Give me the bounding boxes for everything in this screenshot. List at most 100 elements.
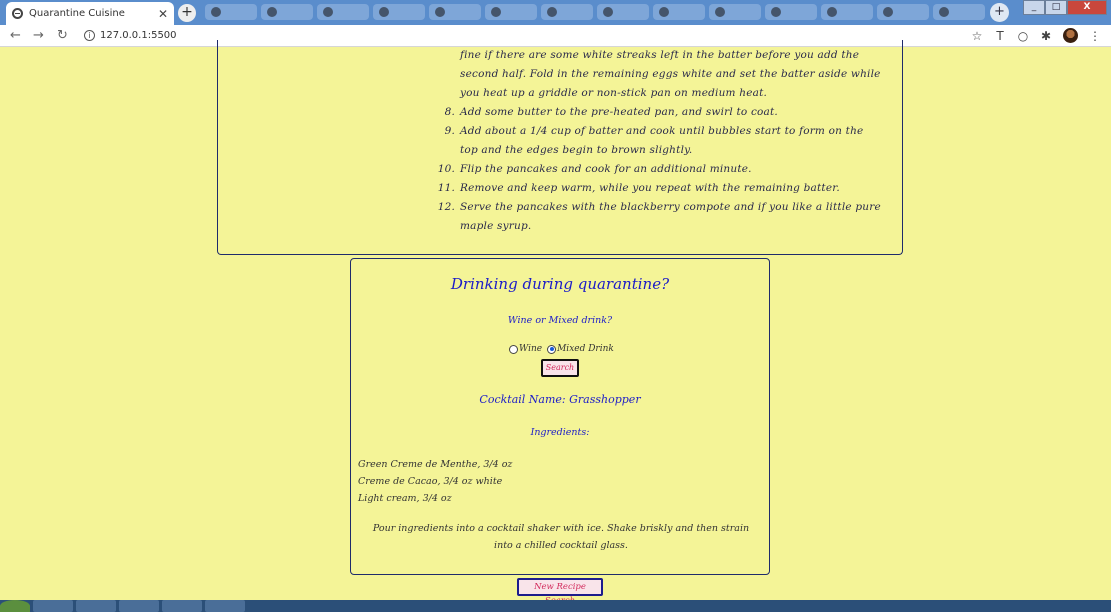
- background-tab[interactable]: [485, 4, 537, 20]
- circle-extension-icon[interactable]: ○: [1017, 29, 1029, 43]
- tab-title: Quarantine Cuisine: [29, 8, 125, 19]
- close-icon[interactable]: ✕: [158, 7, 168, 21]
- tab-favicon-icon: [659, 7, 669, 17]
- background-tab[interactable]: [597, 4, 649, 20]
- puzzle-extension-icon[interactable]: ✱: [1040, 29, 1052, 43]
- step-number: 10.: [437, 163, 455, 175]
- background-tabs: [205, 4, 985, 22]
- taskbar-app[interactable]: [162, 600, 202, 612]
- background-tab[interactable]: [765, 4, 817, 20]
- recipe-step: 9. Add about a 1/4 cup of batter and cook…: [445, 122, 885, 141]
- tab-favicon-icon: [771, 7, 781, 17]
- reload-icon[interactable]: ↻: [57, 28, 68, 43]
- drink-card: Drinking during quarantine? Wine or Mixe…: [350, 258, 770, 575]
- maximize-button[interactable]: □: [1045, 0, 1067, 15]
- new-recipe-search-button[interactable]: New Recipe Search: [517, 578, 603, 606]
- new-tab-button[interactable]: +: [178, 4, 196, 22]
- step-text: maple syrup.: [460, 220, 532, 232]
- bookmark-star-icon[interactable]: ☆: [971, 29, 983, 43]
- globe-icon: [12, 8, 23, 19]
- background-tab[interactable]: [877, 4, 929, 20]
- back-icon[interactable]: ←: [10, 28, 21, 43]
- mixed-drink-radio[interactable]: [547, 344, 557, 354]
- start-button[interactable]: [0, 600, 30, 612]
- tab-favicon-icon: [603, 7, 613, 17]
- recipe-step: you heat up a griddle or non-stick pan o…: [460, 84, 885, 103]
- tab-favicon-icon: [211, 7, 221, 17]
- wine-radio[interactable]: [509, 344, 518, 354]
- ingredients-title: Ingredients:: [530, 427, 590, 438]
- background-tab[interactable]: [709, 4, 761, 20]
- step-number: [435, 217, 455, 236]
- info-icon[interactable]: i: [84, 30, 95, 41]
- step-number: 11.: [437, 182, 455, 194]
- step-text: Add some butter to the pre-heated pan, a…: [460, 106, 778, 118]
- ingredient-item: Green Creme de Menthe, 3/4 oz: [358, 459, 513, 470]
- recipe-step: fine if there are some white streaks lef…: [460, 46, 885, 65]
- background-tab[interactable]: [429, 4, 481, 20]
- url-input[interactable]: 127.0.0.1:5500: [100, 30, 177, 41]
- recipe-step: 8. Add some butter to the pre-heated pan,…: [445, 103, 885, 122]
- drink-type-options: Wine Mixed Drink: [509, 344, 619, 354]
- taskbar-app[interactable]: [119, 600, 159, 612]
- tab-favicon-icon: [547, 7, 557, 17]
- tab-favicon-icon: [435, 7, 445, 17]
- close-window-button[interactable]: X: [1067, 0, 1107, 15]
- step-text: Flip the pancakes and cook for an additi…: [460, 163, 752, 175]
- background-tab[interactable]: [653, 4, 705, 20]
- tab-favicon-icon: [827, 7, 837, 17]
- forward-icon[interactable]: →: [33, 28, 44, 43]
- tab-favicon-icon: [939, 7, 949, 17]
- recipe-step: 12. Serve the pancakes with the blackberr…: [438, 198, 885, 217]
- step-text: Serve the pancakes with the blackberry c…: [460, 201, 881, 213]
- step-number: 8.: [444, 106, 455, 118]
- background-tab[interactable]: [541, 4, 593, 20]
- step-number: [435, 84, 455, 103]
- drink-instructions: Pour ingredients into a cocktail shaker …: [372, 523, 750, 551]
- background-tab[interactable]: [261, 4, 313, 20]
- background-tab[interactable]: [205, 4, 257, 20]
- step-number: [435, 65, 455, 84]
- taskbar-app[interactable]: [76, 600, 116, 612]
- step-text: fine if there are some white streaks lef…: [460, 49, 860, 61]
- menu-dots-icon[interactable]: ⋮: [1089, 29, 1101, 43]
- step-text: Remove and keep warm, while you repeat w…: [460, 182, 840, 194]
- recipe-step: second half. Fold in the remaining eggs …: [460, 65, 885, 84]
- step-number: [435, 46, 455, 65]
- minimize-button[interactable]: _: [1023, 0, 1045, 15]
- recipe-card: fine if there are some white streaks lef…: [217, 40, 903, 255]
- os-taskbar: [0, 600, 1111, 612]
- tab-quarantine-cuisine[interactable]: Quarantine Cuisine ✕: [6, 2, 174, 25]
- window-controls: _ □ X: [1023, 0, 1107, 15]
- recipe-step: top and the edges begin to brown slightl…: [460, 141, 885, 160]
- cocktail-name: Cocktail Name: Grasshopper: [479, 393, 641, 406]
- search-button[interactable]: Search: [541, 359, 579, 377]
- taskbar-app[interactable]: [205, 600, 245, 612]
- step-text: top and the edges begin to brown slightl…: [460, 144, 693, 156]
- ingredients-list: Green Creme de Menthe, 3/4 oz Creme de C…: [358, 456, 512, 507]
- background-tab[interactable]: [933, 4, 985, 20]
- ingredient-item: Light cream, 3/4 oz: [358, 493, 452, 504]
- profile-avatar[interactable]: [1063, 28, 1078, 43]
- step-number: [435, 141, 455, 160]
- step-number: 9.: [444, 125, 455, 137]
- add-tab-icon[interactable]: +: [990, 3, 1009, 22]
- background-tab[interactable]: [821, 4, 873, 20]
- wine-label: Wine: [519, 344, 543, 354]
- background-tab[interactable]: [373, 4, 425, 20]
- drink-question: Wine or Mixed drink?: [507, 315, 613, 326]
- background-tab[interactable]: [317, 4, 369, 20]
- tab-favicon-icon: [267, 7, 277, 17]
- browser-tabstrip: Quarantine Cuisine ✕ + + _ □ X: [0, 0, 1111, 25]
- step-text: you heat up a griddle or non-stick pan o…: [460, 87, 768, 99]
- taskbar-app[interactable]: [33, 600, 73, 612]
- text-extension-icon[interactable]: T: [994, 29, 1006, 43]
- recipe-step: maple syrup.: [460, 217, 885, 236]
- mixed-drink-label: Mixed Drink: [557, 344, 614, 354]
- tab-favicon-icon: [379, 7, 389, 17]
- tab-favicon-icon: [323, 7, 333, 17]
- tab-favicon-icon: [491, 7, 501, 17]
- extension-icons: ☆ T ○ ✱ ⋮: [971, 28, 1101, 43]
- recipe-step: 10. Flip the pancakes and cook for an add…: [438, 160, 885, 179]
- step-text: Add about a 1/4 cup of batter and cook u…: [460, 125, 864, 137]
